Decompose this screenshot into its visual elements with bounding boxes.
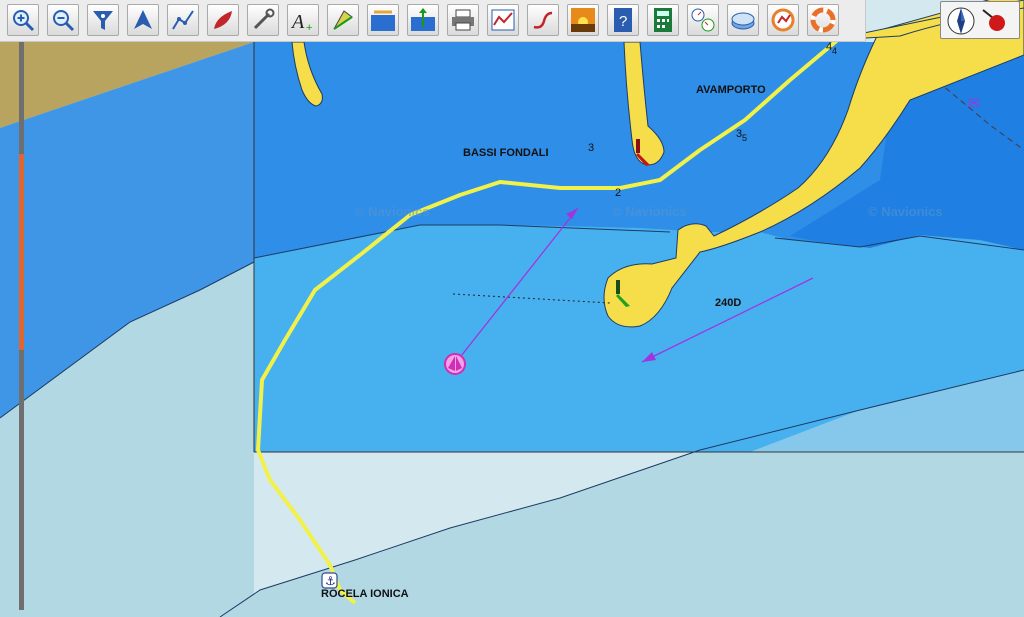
add-text-icon: A + xyxy=(290,11,312,33)
boat-position-icon[interactable] xyxy=(444,353,466,375)
measure-button[interactable] xyxy=(327,4,359,36)
depth-sounding-sub: 5 xyxy=(742,133,748,143)
depth-sounding: 2 xyxy=(615,187,622,199)
funnel-icon xyxy=(93,11,113,30)
route-icon xyxy=(172,10,194,30)
waypoint-button[interactable] xyxy=(127,4,159,36)
nautical-chart[interactable]: ✉ ⚓ xyxy=(0,0,1024,617)
label-bassi-fondali: BASSI FONDALI xyxy=(463,147,549,159)
boat-button[interactable] xyxy=(207,4,239,36)
vertical-scrollbar[interactable] xyxy=(19,42,24,610)
range-icon xyxy=(411,8,435,31)
measure-icon xyxy=(333,10,353,30)
route-button[interactable] xyxy=(167,4,199,36)
zoom-in-button[interactable] xyxy=(7,4,39,36)
graph-icon xyxy=(491,9,515,31)
depth-sounding: 3 xyxy=(588,142,595,154)
label-avamporto: AVAMPORTO xyxy=(696,84,766,96)
waypoint-icon xyxy=(134,10,152,29)
label-course: 240D xyxy=(715,297,742,309)
help-book-icon: ? xyxy=(614,8,632,32)
svg-text:A: A xyxy=(290,11,305,33)
watermark: © Navionics xyxy=(868,204,943,219)
label-rocela-ionica: ROCELA IONICA xyxy=(321,588,409,600)
weather-button[interactable] xyxy=(767,4,799,36)
weather-icon xyxy=(771,8,795,32)
main-toolbar: A + ? xyxy=(0,0,866,42)
svg-text:+: + xyxy=(306,22,312,33)
scroll-thumb[interactable] xyxy=(19,154,24,350)
calculator-button[interactable] xyxy=(647,4,679,36)
track-icon xyxy=(533,11,553,29)
depth-sounding-sub: 4 xyxy=(832,46,838,56)
gps-button[interactable] xyxy=(727,4,759,36)
svg-text:?: ? xyxy=(619,13,627,30)
watermark: © Navionics xyxy=(612,204,687,219)
gauges-icon xyxy=(691,8,715,32)
tools-button[interactable] xyxy=(247,4,279,36)
watermark: © Navionics xyxy=(355,204,430,219)
compass-panel[interactable] xyxy=(940,1,1020,39)
zoom-in-icon xyxy=(13,10,35,32)
graph-button[interactable] xyxy=(487,4,519,36)
svg-text:⚓: ⚓ xyxy=(325,574,336,588)
sunset-button[interactable] xyxy=(567,4,599,36)
wrench-icon xyxy=(253,8,275,30)
calculator-icon xyxy=(654,8,672,32)
restricted-area-icon: ✉ xyxy=(968,95,980,111)
help-button[interactable]: ? xyxy=(607,4,639,36)
funnel-button[interactable] xyxy=(87,4,119,36)
add-text-button[interactable]: A + xyxy=(287,4,319,36)
sunset-icon xyxy=(571,8,595,32)
instruments-button[interactable] xyxy=(687,4,719,36)
marina-anchor-icon[interactable]: ⚓ xyxy=(321,572,338,589)
compass-rose-icon xyxy=(947,7,1005,35)
zoom-out-icon xyxy=(53,10,75,32)
lifebuoy-button[interactable] xyxy=(807,4,839,36)
track-button[interactable] xyxy=(527,4,559,36)
tide-button[interactable] xyxy=(367,4,399,36)
boat-icon xyxy=(214,11,232,29)
range-button[interactable] xyxy=(407,4,439,36)
gps-icon xyxy=(731,12,755,30)
print-button[interactable] xyxy=(447,4,479,36)
zoom-out-button[interactable] xyxy=(47,4,79,36)
lifebuoy-icon xyxy=(810,7,836,33)
tide-icon xyxy=(371,10,395,31)
printer-icon xyxy=(452,9,474,31)
